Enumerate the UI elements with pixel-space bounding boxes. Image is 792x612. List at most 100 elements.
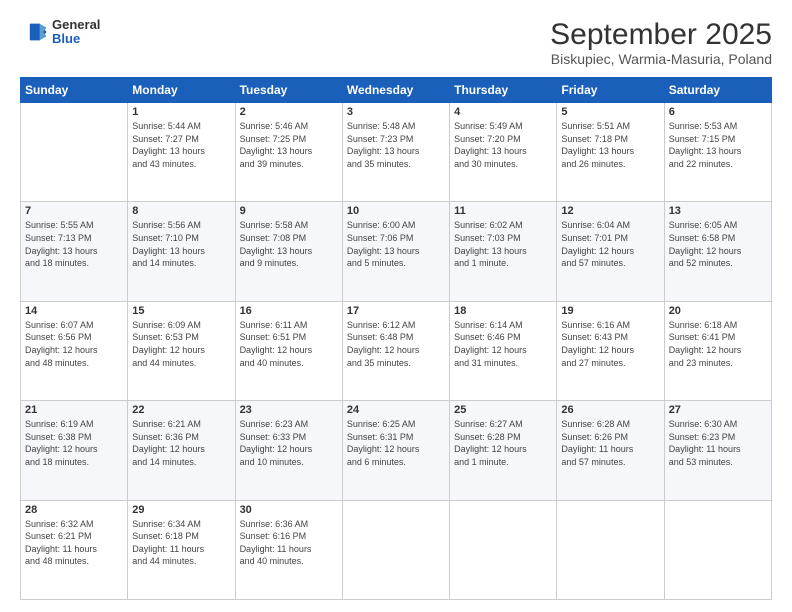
calendar-cell: 7Sunrise: 5:55 AMSunset: 7:13 PMDaylight… bbox=[21, 202, 128, 301]
cell-details: Sunrise: 6:34 AMSunset: 6:18 PMDaylight:… bbox=[132, 518, 230, 568]
day-number: 1 bbox=[132, 106, 230, 118]
cell-line: Daylight: 12 hours bbox=[347, 443, 445, 456]
cell-line: Daylight: 12 hours bbox=[454, 344, 552, 357]
day-header: Tuesday bbox=[235, 78, 342, 103]
calendar-cell: 30 Sunrise: 6:36 AMSunset: 6:16 PMDayligh… bbox=[235, 500, 342, 599]
cell-line: Sunset: 7:25 PM bbox=[240, 133, 338, 146]
day-header: Saturday bbox=[664, 78, 771, 103]
cell-line: Sunrise: 6:21 AM bbox=[132, 418, 230, 431]
logo-blue: Blue bbox=[52, 32, 100, 46]
cell-line: Daylight: 12 hours bbox=[25, 344, 123, 357]
cell-line: and 48 minutes. bbox=[25, 555, 123, 568]
cell-details: Sunrise: 5:44 AMSunset: 7:27 PMDaylight:… bbox=[132, 120, 230, 170]
day-number: 2 bbox=[240, 106, 338, 118]
cell-details: Sunrise: 5:46 AMSunset: 7:25 PMDaylight:… bbox=[240, 120, 338, 170]
day-header: Friday bbox=[557, 78, 664, 103]
cell-line: Daylight: 13 hours bbox=[347, 145, 445, 158]
cell-line: Sunrise: 6:27 AM bbox=[454, 418, 552, 431]
cell-details: Sunrise: 6:07 AMSunset: 6:56 PMDaylight:… bbox=[25, 319, 123, 369]
cell-line: and 40 minutes. bbox=[240, 357, 338, 370]
day-number: 14 bbox=[25, 305, 123, 317]
calendar-cell: 20 Sunrise: 6:18 AMSunset: 6:41 PMDayligh… bbox=[664, 301, 771, 400]
cell-line: Daylight: 13 hours bbox=[132, 145, 230, 158]
calendar-cell: 29Sunrise: 6:34 AMSunset: 6:18 PMDayligh… bbox=[128, 500, 235, 599]
calendar-table: SundayMondayTuesdayWednesdayThursdayFrid… bbox=[20, 77, 772, 600]
cell-line: Sunrise: 6:16 AM bbox=[561, 319, 659, 332]
calendar-cell: 18Sunrise: 6:14 AMSunset: 6:46 PMDayligh… bbox=[450, 301, 557, 400]
cell-line: Sunrise: 6:19 AM bbox=[25, 418, 123, 431]
calendar-cell: 16Sunrise: 6:11 AMSunset: 6:51 PMDayligh… bbox=[235, 301, 342, 400]
cell-details: Sunrise: 6:18 AMSunset: 6:41 PMDaylight:… bbox=[669, 319, 767, 369]
cell-line: Sunrise: 5:55 AM bbox=[25, 219, 123, 232]
day-number: 6 bbox=[669, 106, 767, 118]
cell-line: Daylight: 13 hours bbox=[240, 145, 338, 158]
cell-line: and 35 minutes. bbox=[347, 158, 445, 171]
day-number: 16 bbox=[240, 305, 338, 317]
cell-line: Sunset: 7:20 PM bbox=[454, 133, 552, 146]
day-number: 17 bbox=[347, 305, 445, 317]
cell-line: Daylight: 13 hours bbox=[240, 245, 338, 258]
logo-text: General Blue bbox=[52, 18, 100, 47]
logo-icon bbox=[20, 18, 48, 46]
cell-line: and 14 minutes. bbox=[132, 456, 230, 469]
day-header: Wednesday bbox=[342, 78, 449, 103]
cell-line: and 5 minutes. bbox=[347, 257, 445, 270]
cell-line: and 57 minutes. bbox=[561, 456, 659, 469]
calendar-cell: 27Sunrise: 6:30 AMSunset: 6:23 PMDayligh… bbox=[664, 401, 771, 500]
cell-line: Sunrise: 6:11 AM bbox=[240, 319, 338, 332]
cell-line: Sunset: 6:31 PM bbox=[347, 431, 445, 444]
day-header: Thursday bbox=[450, 78, 557, 103]
cell-line: Sunset: 6:18 PM bbox=[132, 530, 230, 543]
cell-details: Sunrise: 6:16 AMSunset: 6:43 PMDaylight:… bbox=[561, 319, 659, 369]
cell-line: Sunrise: 6:02 AM bbox=[454, 219, 552, 232]
calendar-cell: 14 Sunrise: 6:07 AMSunset: 6:56 PMDayligh… bbox=[21, 301, 128, 400]
day-number: 18 bbox=[454, 305, 552, 317]
cell-line: and 44 minutes. bbox=[132, 555, 230, 568]
cell-line: and 22 minutes. bbox=[669, 158, 767, 171]
cell-line: and 1 minute. bbox=[454, 456, 552, 469]
cell-line: Sunrise: 5:49 AM bbox=[454, 120, 552, 133]
cell-line: and 27 minutes. bbox=[561, 357, 659, 370]
cell-line: Sunrise: 6:09 AM bbox=[132, 319, 230, 332]
cell-details: Sunrise: 6:12 AMSunset: 6:48 PMDaylight:… bbox=[347, 319, 445, 369]
cell-line: and 35 minutes. bbox=[347, 357, 445, 370]
cell-line: Sunset: 7:13 PM bbox=[25, 232, 123, 245]
calendar-cell: 8Sunrise: 5:56 AMSunset: 7:10 PMDaylight… bbox=[128, 202, 235, 301]
cell-line: Sunset: 6:56 PM bbox=[25, 331, 123, 344]
cell-line: Sunset: 6:26 PM bbox=[561, 431, 659, 444]
cell-line: and 53 minutes. bbox=[669, 456, 767, 469]
cell-line: and 1 minute. bbox=[454, 257, 552, 270]
cell-line: Daylight: 11 hours bbox=[669, 443, 767, 456]
day-number: 30 bbox=[240, 504, 338, 516]
cell-line: and 44 minutes. bbox=[132, 357, 230, 370]
cell-line: Sunset: 6:48 PM bbox=[347, 331, 445, 344]
cell-line: Daylight: 13 hours bbox=[25, 245, 123, 258]
cell-line: Sunrise: 6:14 AM bbox=[454, 319, 552, 332]
cell-details: Sunrise: 6:04 AMSunset: 7:01 PMDaylight:… bbox=[561, 219, 659, 269]
cell-line: Sunrise: 6:00 AM bbox=[347, 219, 445, 232]
cell-line: Sunrise: 5:56 AM bbox=[132, 219, 230, 232]
page: General Blue September 2025 Biskupiec, W… bbox=[0, 0, 792, 612]
cell-line: Daylight: 12 hours bbox=[132, 443, 230, 456]
cell-line: and 48 minutes. bbox=[25, 357, 123, 370]
cell-line: Sunset: 6:58 PM bbox=[669, 232, 767, 245]
header: General Blue September 2025 Biskupiec, W… bbox=[20, 18, 772, 67]
calendar-cell: 10Sunrise: 6:00 AMSunset: 7:06 PMDayligh… bbox=[342, 202, 449, 301]
calendar-cell: 19Sunrise: 6:16 AMSunset: 6:43 PMDayligh… bbox=[557, 301, 664, 400]
cell-line: Sunrise: 5:46 AM bbox=[240, 120, 338, 133]
calendar-cell bbox=[21, 103, 128, 202]
cell-details: Sunrise: 6:36 AMSunset: 6:16 PMDaylight:… bbox=[240, 518, 338, 568]
cell-line: Sunrise: 6:25 AM bbox=[347, 418, 445, 431]
day-number: 20 bbox=[669, 305, 767, 317]
cell-line: Sunrise: 6:07 AM bbox=[25, 319, 123, 332]
day-number: 9 bbox=[240, 205, 338, 217]
calendar-cell bbox=[450, 500, 557, 599]
cell-line: and 30 minutes. bbox=[454, 158, 552, 171]
cell-line: Sunset: 7:15 PM bbox=[669, 133, 767, 146]
calendar-cell: 25Sunrise: 6:27 AMSunset: 6:28 PMDayligh… bbox=[450, 401, 557, 500]
cell-line: Sunrise: 6:04 AM bbox=[561, 219, 659, 232]
cell-line: Daylight: 12 hours bbox=[454, 443, 552, 456]
calendar-week-row: 28Sunrise: 6:32 AMSunset: 6:21 PMDayligh… bbox=[21, 500, 772, 599]
cell-line: Sunrise: 6:34 AM bbox=[132, 518, 230, 531]
cell-line: Daylight: 12 hours bbox=[669, 344, 767, 357]
